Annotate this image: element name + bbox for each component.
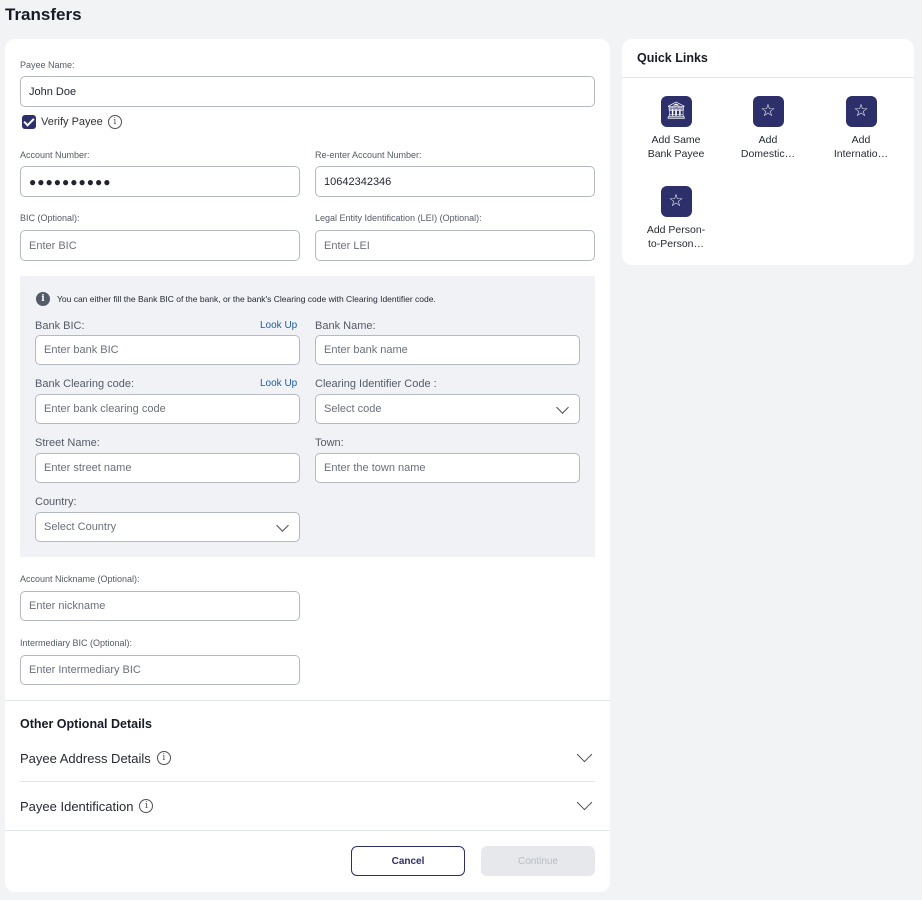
bank-clearing-code-placeholder: Enter bank clearing code xyxy=(44,403,166,415)
clearing-identifier-select[interactable]: Select code xyxy=(315,394,580,424)
bic-placeholder: Enter BIC xyxy=(29,239,77,252)
bank-bic-label: Bank BIC: xyxy=(35,320,85,332)
bank-info-note-text: You can either fill the Bank BIC of the … xyxy=(57,294,436,304)
intermediary-bic-input[interactable]: Enter Intermediary BIC xyxy=(20,655,300,685)
bank-bic-lookup-link[interactable]: Look Up xyxy=(260,320,297,331)
bank-icon: 🏛︎ xyxy=(660,96,692,127)
town-input[interactable]: Enter the town name xyxy=(315,453,580,483)
quick-links-divider xyxy=(622,77,914,78)
bank-bic-input[interactable]: Enter bank BIC xyxy=(35,335,300,365)
bank-bic-placeholder: Enter bank BIC xyxy=(44,344,119,356)
star-icon: ☆ xyxy=(660,186,692,217)
reenter-account-number-label: Re-enter Account Number: xyxy=(315,150,422,160)
chevron-down-icon xyxy=(577,799,591,813)
intermediary-bic-label: Intermediary BIC (Optional): xyxy=(20,638,133,648)
payee-address-details-label: Payee Address Details xyxy=(20,750,151,766)
quick-link-add-domestic[interactable]: ☆ Add Domestic… xyxy=(728,96,808,161)
bank-name-label: Bank Name: xyxy=(315,320,376,332)
reenter-account-number-input[interactable]: 10642342346 xyxy=(315,166,595,197)
continue-button[interactable]: Continue xyxy=(481,846,595,876)
country-select[interactable]: Select Country xyxy=(35,512,300,542)
reenter-account-number-value: 10642342346 xyxy=(324,175,392,188)
quick-link-label-line1: Add Person- xyxy=(646,224,706,236)
payee-address-details-accordion[interactable]: Payee Address Details i xyxy=(20,747,595,769)
account-number-label: Account Number: xyxy=(20,150,90,160)
clearing-identifier-placeholder: Select code xyxy=(324,403,382,415)
payee-identification-label: Payee Identification xyxy=(20,798,134,814)
chevron-down-icon xyxy=(277,522,287,532)
clearing-code-lookup-link[interactable]: Look Up xyxy=(260,378,297,389)
payee-identification-accordion[interactable]: Payee Identification i xyxy=(20,795,595,817)
bank-info-note: i You can either fill the Bank BIC of th… xyxy=(36,292,436,306)
country-placeholder: Select Country xyxy=(44,521,117,533)
quick-link-label-line2: to-Person… xyxy=(647,238,705,250)
street-name-label: Street Name: xyxy=(35,437,100,449)
info-filled-icon: i xyxy=(36,292,50,306)
quick-link-add-international[interactable]: ☆ Add Internatio… xyxy=(821,96,901,161)
info-icon[interactable]: i xyxy=(156,751,171,765)
country-label: Country: xyxy=(35,496,77,508)
quick-link-label-line1: Add xyxy=(851,134,871,146)
bank-name-input[interactable]: Enter bank name xyxy=(315,335,580,365)
page-title: Transfers xyxy=(5,5,82,24)
intermediary-bic-placeholder: Enter Intermediary BIC xyxy=(29,664,141,676)
other-optional-details-title: Other Optional Details xyxy=(20,717,152,731)
verify-payee-label: Verify Payee xyxy=(41,116,103,128)
bank-name-placeholder: Enter bank name xyxy=(324,344,408,356)
chevron-down-icon xyxy=(577,751,591,765)
checkbox-checked-icon[interactable] xyxy=(22,115,36,129)
quick-link-add-person-to-person[interactable]: ☆ Add Person- to-Person… xyxy=(636,186,716,251)
footer-divider xyxy=(5,830,610,831)
star-icon: ☆ xyxy=(845,96,877,127)
accordion-divider xyxy=(20,781,595,782)
quick-link-label-line2: Domestic… xyxy=(740,148,796,160)
quick-link-add-same-bank-payee[interactable]: 🏛︎ Add Same Bank Payee xyxy=(636,96,716,161)
payee-name-label: Payee Name: xyxy=(20,60,75,70)
quick-link-label-line1: Add Same xyxy=(651,134,701,146)
nickname-placeholder: Enter nickname xyxy=(29,600,106,612)
quick-link-label-line1: Add xyxy=(758,134,778,146)
star-icon: ☆ xyxy=(752,96,784,127)
lei-label: Legal Entity Identification (LEI) (Optio… xyxy=(315,213,482,223)
town-placeholder: Enter the town name xyxy=(324,462,426,474)
bank-clearing-code-label: Bank Clearing code: xyxy=(35,378,135,390)
lei-placeholder: Enter LEI xyxy=(324,239,370,252)
account-number-value: ●●●●●●●●●● xyxy=(29,174,112,189)
cancel-button[interactable]: Cancel xyxy=(351,846,465,876)
bic-input[interactable]: Enter BIC xyxy=(20,230,300,261)
street-name-placeholder: Enter street name xyxy=(44,462,132,474)
info-icon[interactable]: i xyxy=(107,115,122,129)
payee-name-value: John Doe xyxy=(29,85,77,98)
account-number-input[interactable]: ●●●●●●●●●● xyxy=(20,166,300,197)
quick-link-label-line2: Bank Payee xyxy=(647,148,705,160)
quick-links-title: Quick Links xyxy=(637,51,708,65)
verify-payee-checkbox[interactable]: Verify Payee i xyxy=(22,115,122,129)
town-label: Town: xyxy=(315,437,344,449)
nickname-input[interactable]: Enter nickname xyxy=(20,591,300,621)
nickname-label: Account Nickname (Optional): xyxy=(20,574,140,584)
lei-input[interactable]: Enter LEI xyxy=(315,230,595,261)
payee-name-input[interactable]: John Doe xyxy=(20,76,595,107)
street-name-input[interactable]: Enter street name xyxy=(35,453,300,483)
chevron-down-icon xyxy=(557,404,567,414)
quick-link-label-line2: Internatio… xyxy=(833,148,889,160)
clearing-identifier-label: Clearing Identifier Code : xyxy=(315,378,437,390)
info-icon[interactable]: i xyxy=(139,799,154,813)
section-divider xyxy=(5,700,610,701)
bic-label: BIC (Optional): xyxy=(20,213,80,223)
bank-clearing-code-input[interactable]: Enter bank clearing code xyxy=(35,394,300,424)
